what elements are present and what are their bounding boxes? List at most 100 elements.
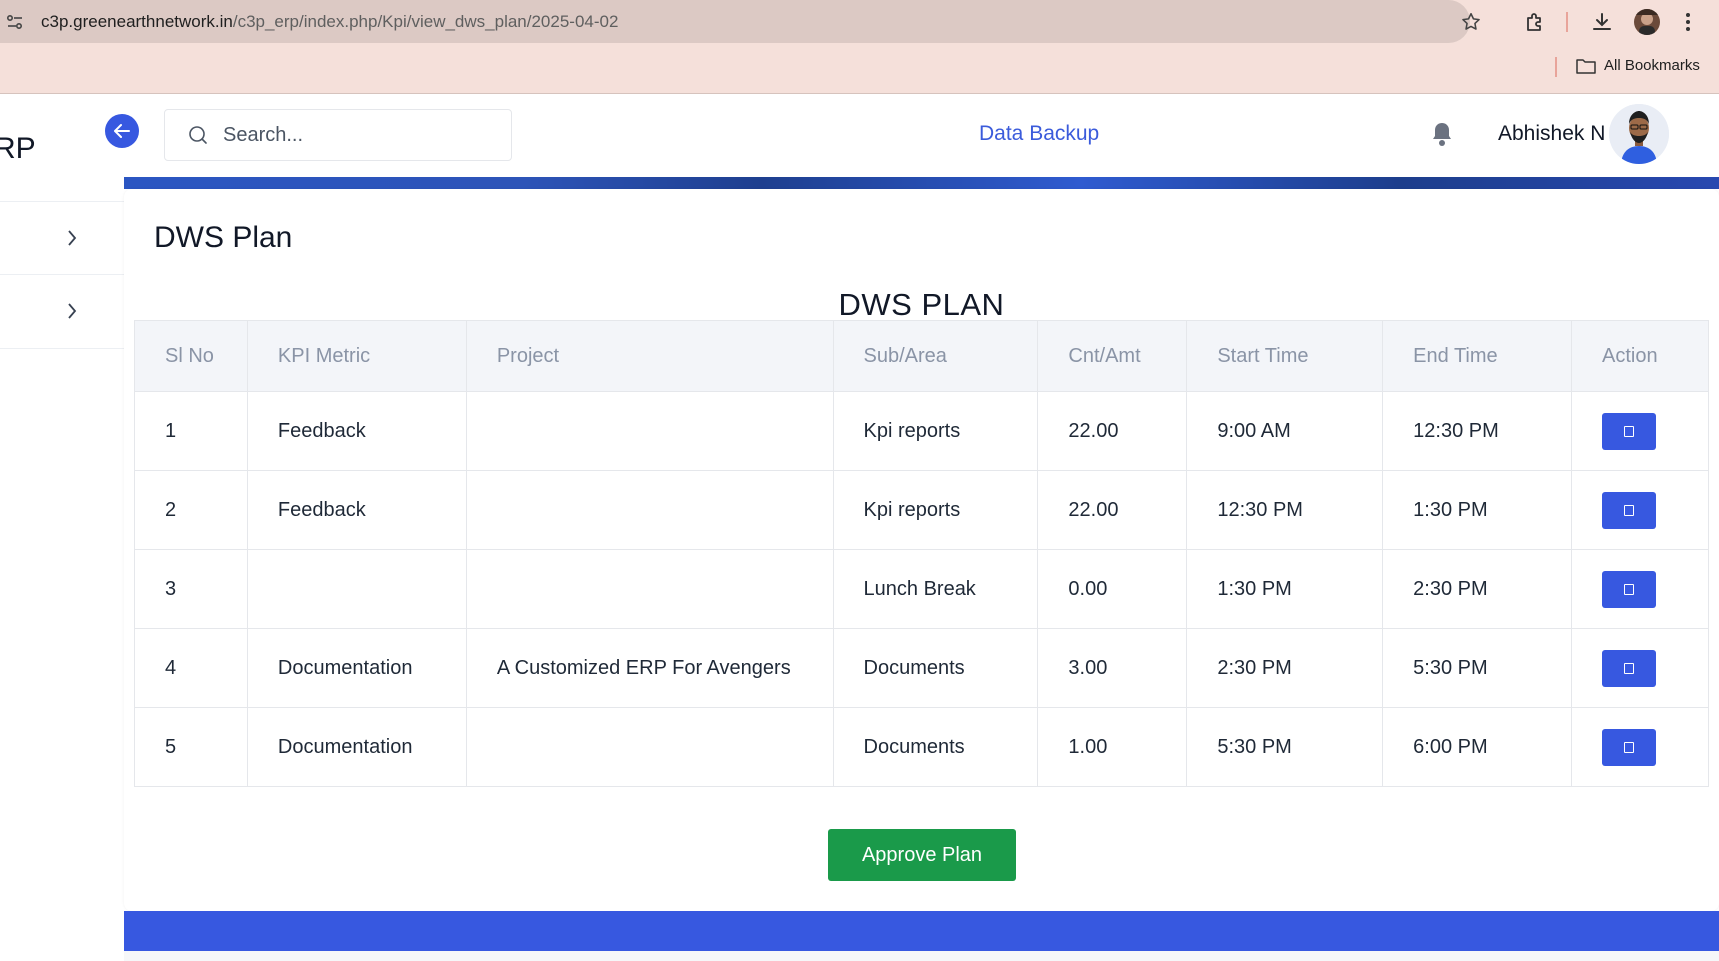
- cell-action: [1571, 470, 1709, 550]
- cell-sl-no: 4: [134, 628, 248, 708]
- table-row: 5 Documentation Documents 1.00 5:30 PM 6…: [134, 707, 1709, 787]
- profile-avatar-icon[interactable]: [1634, 9, 1660, 35]
- square-icon: [1624, 504, 1635, 516]
- sidebar-item-2[interactable]: [0, 275, 124, 347]
- cell-cnt-amt: 0.00: [1037, 549, 1188, 629]
- cell-project: [465, 391, 834, 471]
- cell-action: [1571, 707, 1709, 787]
- column-header: End Time: [1382, 320, 1573, 392]
- cell-cnt-amt: 3.00: [1037, 628, 1188, 708]
- footer-bar: [124, 911, 1719, 951]
- table-header-row: Sl No KPI Metric Project Sub/Area Cnt/Am…: [134, 320, 1709, 392]
- cell-end-time: 12:30 PM: [1382, 391, 1573, 471]
- sidebar-toggle-button[interactable]: [105, 114, 139, 148]
- chevron-right-icon: [66, 228, 78, 253]
- cell-sl-no: 2: [134, 470, 248, 550]
- all-bookmarks[interactable]: All Bookmarks: [1576, 57, 1700, 74]
- user-name[interactable]: Abhishek N: [1498, 122, 1605, 146]
- cell-sub-area: Documents: [832, 707, 1039, 787]
- data-backup-link[interactable]: Data Backup: [979, 122, 1099, 146]
- cell-action: [1571, 628, 1709, 708]
- column-header: Sub/Area: [832, 320, 1039, 392]
- cell-kpi-metric: Feedback: [246, 470, 467, 550]
- square-icon: [1624, 662, 1635, 674]
- cell-start-time: 5:30 PM: [1186, 707, 1384, 787]
- address-bar[interactable]: c3p.greenearthnetwork.in/c3p_erp/index.p…: [0, 0, 1470, 43]
- table-title: DWS PLAN: [838, 287, 1005, 322]
- sidebar-item-1[interactable]: [0, 202, 124, 274]
- column-header: Action: [1571, 320, 1709, 392]
- column-header: Start Time: [1186, 320, 1384, 392]
- cell-end-time: 2:30 PM: [1382, 549, 1573, 629]
- bell-icon[interactable]: [1430, 121, 1454, 152]
- url-domain: c3p.greenearthnetwork.in: [41, 11, 233, 31]
- cell-cnt-amt: 22.00: [1037, 470, 1188, 550]
- action-button[interactable]: [1602, 491, 1657, 529]
- search-box[interactable]: [164, 109, 512, 161]
- cell-start-time: 12:30 PM: [1186, 470, 1384, 550]
- extensions-icon[interactable]: [1523, 10, 1547, 39]
- user-avatar[interactable]: [1609, 104, 1669, 164]
- toolbar-divider: [1566, 12, 1568, 32]
- cell-cnt-amt: 1.00: [1037, 707, 1188, 787]
- column-header: KPI Metric: [246, 320, 467, 392]
- cell-kpi-metric: [246, 549, 467, 629]
- folder-icon: [1576, 58, 1596, 74]
- header-accent-strip: [124, 177, 1719, 189]
- content-card: DWS Plan DWS PLAN Sl No KPI Metric Proje…: [124, 189, 1719, 911]
- action-button[interactable]: [1602, 728, 1657, 766]
- cell-sub-area: Kpi reports: [832, 470, 1039, 550]
- cell-action: [1571, 549, 1709, 629]
- chrome-border: [0, 93, 1719, 94]
- footer-bottom: [124, 951, 1719, 961]
- table-row: 1 Feedback Kpi reports 22.00 9:00 AM 12:…: [134, 391, 1709, 471]
- cell-start-time: 9:00 AM: [1186, 391, 1384, 471]
- column-header: Project: [465, 320, 834, 392]
- cell-end-time: 6:00 PM: [1382, 707, 1573, 787]
- dws-plan-table: Sl No KPI Metric Project Sub/Area Cnt/Am…: [134, 320, 1709, 787]
- table-row: 3 Lunch Break 0.00 1:30 PM 2:30 PM: [134, 549, 1709, 629]
- url-text[interactable]: c3p.greenearthnetwork.in/c3p_erp/index.p…: [41, 12, 618, 32]
- arrow-left-icon: [114, 124, 130, 138]
- page-title: DWS Plan: [154, 221, 293, 254]
- cell-sl-no: 5: [134, 707, 248, 787]
- all-bookmarks-label: All Bookmarks: [1604, 57, 1700, 74]
- cell-project: [465, 707, 834, 787]
- cell-kpi-metric: Feedback: [246, 391, 467, 471]
- bookmark-star-icon[interactable]: [1460, 11, 1482, 38]
- square-icon: [1624, 425, 1635, 437]
- sidebar-divider: [0, 348, 124, 349]
- site-info-icon[interactable]: [0, 0, 30, 43]
- menu-kebab-icon[interactable]: [1684, 10, 1692, 39]
- bookmarks-divider: [1555, 57, 1557, 77]
- cell-cnt-amt: 22.00: [1037, 391, 1188, 471]
- cell-sub-area: Documents: [832, 628, 1039, 708]
- cell-action: [1571, 391, 1709, 471]
- cell-sl-no: 1: [134, 391, 248, 471]
- table-row: 2 Feedback Kpi reports 22.00 12:30 PM 1:…: [134, 470, 1709, 550]
- cell-kpi-metric: Documentation: [246, 707, 467, 787]
- approve-plan-button[interactable]: Approve Plan: [828, 829, 1016, 881]
- chevron-right-icon: [66, 301, 78, 326]
- table-row: 4 Documentation A Customized ERP For Ave…: [134, 628, 1709, 708]
- download-icon[interactable]: [1590, 10, 1614, 39]
- brand-logo-text: RP: [0, 132, 36, 165]
- sidebar: RP: [0, 94, 124, 961]
- cell-project: [465, 470, 834, 550]
- search-icon: [189, 126, 207, 144]
- square-icon: [1624, 741, 1635, 753]
- cell-end-time: 5:30 PM: [1382, 628, 1573, 708]
- cell-end-time: 1:30 PM: [1382, 470, 1573, 550]
- search-input[interactable]: [223, 123, 493, 147]
- column-header: Sl No: [134, 320, 248, 392]
- cell-sub-area: Kpi reports: [832, 391, 1039, 471]
- square-icon: [1624, 583, 1635, 595]
- action-button[interactable]: [1602, 570, 1657, 608]
- action-button[interactable]: [1602, 412, 1657, 450]
- browser-chrome: c3p.greenearthnetwork.in/c3p_erp/index.p…: [0, 0, 1719, 94]
- action-button[interactable]: [1602, 649, 1657, 687]
- cell-kpi-metric: Documentation: [246, 628, 467, 708]
- column-header: Cnt/Amt: [1037, 320, 1188, 392]
- cell-start-time: 1:30 PM: [1186, 549, 1384, 629]
- cell-sub-area: Lunch Break: [832, 549, 1039, 629]
